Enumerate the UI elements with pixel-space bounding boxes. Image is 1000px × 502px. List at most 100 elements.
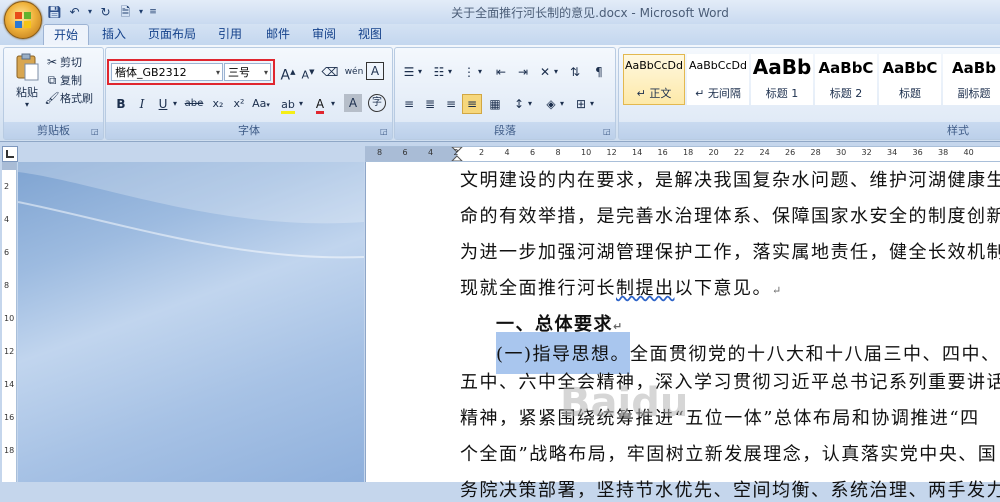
highlight-dropdown-icon[interactable]: ▾ — [296, 94, 306, 114]
tab-selector[interactable] — [2, 146, 18, 162]
ruler-tick-label: 10 — [4, 314, 15, 323]
font-group-label: 字体 — [106, 122, 392, 139]
sort-icon[interactable]: ⇅ — [565, 62, 585, 82]
ruler-tick-label: 32 — [861, 148, 872, 157]
subscript-button[interactable]: x₂ — [208, 94, 228, 114]
ribbon-tabs: 开始 插入 页面布局 引用 邮件 审阅 视图 — [0, 24, 1000, 46]
font-color-button[interactable]: A — [310, 94, 330, 114]
distributed-icon[interactable]: ▦ — [485, 94, 505, 114]
decrease-indent-icon[interactable]: ⇤ — [491, 62, 511, 82]
ruler-tick-label: 14 — [632, 148, 643, 157]
ruler-tick-label: 16 — [657, 148, 668, 157]
paragraph-launcher-icon[interactable]: ◲ — [603, 127, 612, 136]
ribbon: 粘贴 ▾ ✂ 剪切 ⧉ 复制 🖌︎ 格式刷 剪贴板 ◲ 楷体_GB2312 ▾ … — [0, 45, 1000, 142]
borders-dropdown-icon[interactable]: ▾ — [587, 94, 597, 114]
tab-references[interactable]: 引用 — [210, 24, 250, 45]
change-case-button[interactable]: Aa▾ — [251, 94, 271, 114]
ruler-tick-label: 6 — [402, 148, 408, 157]
strikethrough-button[interactable]: abe — [182, 94, 206, 114]
chinese-layout-dropdown-icon[interactable]: ▾ — [551, 62, 561, 82]
cut-label: 剪切 — [60, 56, 82, 69]
shading-dropdown-icon[interactable]: ▾ — [557, 94, 567, 114]
style-heading-1[interactable]: AaBb 标题 1 — [751, 54, 813, 105]
copy-button[interactable]: ⧉ 复制 — [44, 72, 82, 88]
horizontal-ruler[interactable]: 8 6 4 2 2 4 6 8 10 12 14 16 18 20 22 24 26 28 30 32 34 36 38 40 — [365, 146, 1000, 162]
style-no-spacing[interactable]: AaBbCcDd ↵ 无间隔 — [687, 54, 749, 105]
font-launcher-icon[interactable]: ◲ — [380, 127, 389, 136]
clear-format-icon[interactable]: ⌫ — [320, 62, 340, 82]
ruler-tick-label: 4 — [428, 148, 434, 157]
ruler-margin — [2, 162, 16, 170]
ruler-tick-label: 10 — [581, 148, 592, 157]
office-button[interactable] — [4, 1, 42, 39]
ruler-tick-label: 2 — [4, 182, 10, 191]
style-normal[interactable]: AaBbCcDd ↵ 正文 — [623, 54, 685, 105]
show-marks-icon[interactable]: ¶ — [589, 62, 609, 82]
shrink-font-button[interactable]: A▼ — [298, 62, 318, 82]
style-title[interactable]: AaBbC 标题 — [879, 54, 941, 105]
paragraph-line: 文明建设的内在要求，是解决我国复杂水问题、维护河湖健康生 — [460, 170, 1000, 191]
tab-page-layout[interactable]: 页面布局 — [144, 24, 200, 45]
style-subtitle[interactable]: AaBb 副标题 — [943, 54, 1000, 105]
ruler-tick-label: 18 — [4, 446, 15, 455]
numbering-dropdown-icon[interactable]: ▾ — [445, 62, 455, 82]
format-painter-button[interactable]: 🖌︎ 格式刷 — [44, 90, 93, 106]
ruler-tick-label: 22 — [734, 148, 745, 157]
paragraph-line: 五中、六中全会精神，深入学习贯彻习近平总书记系列重要讲话 — [460, 372, 1000, 393]
cut-button[interactable]: ✂ 剪切 — [44, 54, 82, 70]
ruler-tick-label: 8 — [4, 281, 10, 290]
vertical-ruler[interactable]: 2 4 6 8 10 12 14 16 18 — [2, 162, 17, 482]
style-heading-2[interactable]: AaBbC 标题 2 — [815, 54, 877, 105]
char-border-button[interactable]: A — [366, 62, 384, 80]
char-shading-button[interactable]: A — [344, 94, 362, 112]
phonetic-guide-button[interactable]: wén — [344, 62, 364, 82]
ruler-tick-label: 4 — [4, 215, 10, 224]
chevron-down-icon[interactable]: ▾ — [264, 64, 268, 82]
window-title: 关于全面推行河长制的意见.docx - Microsoft Word — [451, 6, 729, 20]
line-spacing-dropdown-icon[interactable]: ▾ — [525, 94, 535, 114]
font-name-value: 楷体_GB2312 — [115, 66, 187, 79]
tab-view[interactable]: 视图 — [350, 24, 390, 45]
italic-button[interactable]: I — [132, 94, 152, 114]
increase-indent-icon[interactable]: ⇥ — [513, 62, 533, 82]
align-center-icon[interactable]: ≣ — [420, 94, 440, 114]
grow-font-button[interactable]: A▲ — [278, 62, 298, 84]
tab-home[interactable]: 开始 — [43, 24, 89, 46]
enclose-chars-button[interactable]: 字 — [368, 94, 386, 112]
font-group: 楷体_GB2312 ▾ 三号 ▾ A▲ A▼ ⌫ wén A B I U ▾ a… — [105, 47, 393, 140]
tab-insert[interactable]: 插入 — [94, 24, 134, 45]
superscript-button[interactable]: x² — [229, 94, 249, 114]
ruler-tick-label: 40 — [963, 148, 974, 157]
bullets-dropdown-icon[interactable]: ▾ — [415, 62, 425, 82]
document-page[interactable]: 文明建设的内在要求，是解决我国复杂水问题、维护河湖健康生 命的有效举措，是完善水… — [365, 162, 1000, 501]
paste-button[interactable]: 粘贴 ▾ — [10, 52, 44, 116]
office-logo-icon — [15, 12, 31, 28]
chevron-down-icon[interactable]: ▾ — [216, 64, 220, 82]
highlighter-icon: ab — [281, 98, 295, 114]
tab-mailings[interactable]: 邮件 — [258, 24, 298, 45]
ruler-tick-label: 12 — [4, 347, 15, 356]
underline-dropdown-icon[interactable]: ▾ — [170, 94, 180, 114]
tab-review[interactable]: 审阅 — [304, 24, 344, 45]
bold-button[interactable]: B — [111, 94, 131, 114]
paragraph-group: ☰ ▾ ☷ ▾ ⋮ ▾ ⇤ ⇥ ✕ ▾ ⇅ ¶ ≡ ≣ ≡ ≡ ▦ ↕ ▾ ◈ … — [394, 47, 616, 140]
font-color-dropdown-icon[interactable]: ▾ — [328, 94, 338, 114]
ruler-tick-label: 36 — [912, 148, 923, 157]
ruler-tick-label: 34 — [887, 148, 898, 157]
multilevel-dropdown-icon[interactable]: ▾ — [475, 62, 485, 82]
ruler-tick-label: 14 — [4, 380, 15, 389]
justify-icon[interactable]: ≡ — [462, 94, 482, 114]
font-size-combo[interactable]: 三号 ▾ — [224, 63, 271, 81]
paragraph-line: 精神，紧紧围绕统筹推进“五位一体”总体布局和协调推进“四 — [460, 408, 980, 429]
paste-dropdown-icon: ▾ — [24, 100, 29, 109]
align-right-icon[interactable]: ≡ — [441, 94, 461, 114]
copy-label: 复制 — [60, 74, 82, 87]
ruler-tick-label: 24 — [759, 148, 770, 157]
clipboard-launcher-icon[interactable]: ◲ — [91, 127, 100, 136]
font-name-combo[interactable]: 楷体_GB2312 ▾ — [111, 63, 223, 81]
highlight-button[interactable]: ab — [278, 94, 298, 114]
paragraph-line: 个全面”战略布局，牢固树立新发展理念，认真落实党中央、国 — [460, 444, 998, 465]
align-left-icon[interactable]: ≡ — [399, 94, 419, 114]
ruler-tick-label: 2 — [479, 148, 485, 157]
ruler-tick-label: 12 — [606, 148, 617, 157]
